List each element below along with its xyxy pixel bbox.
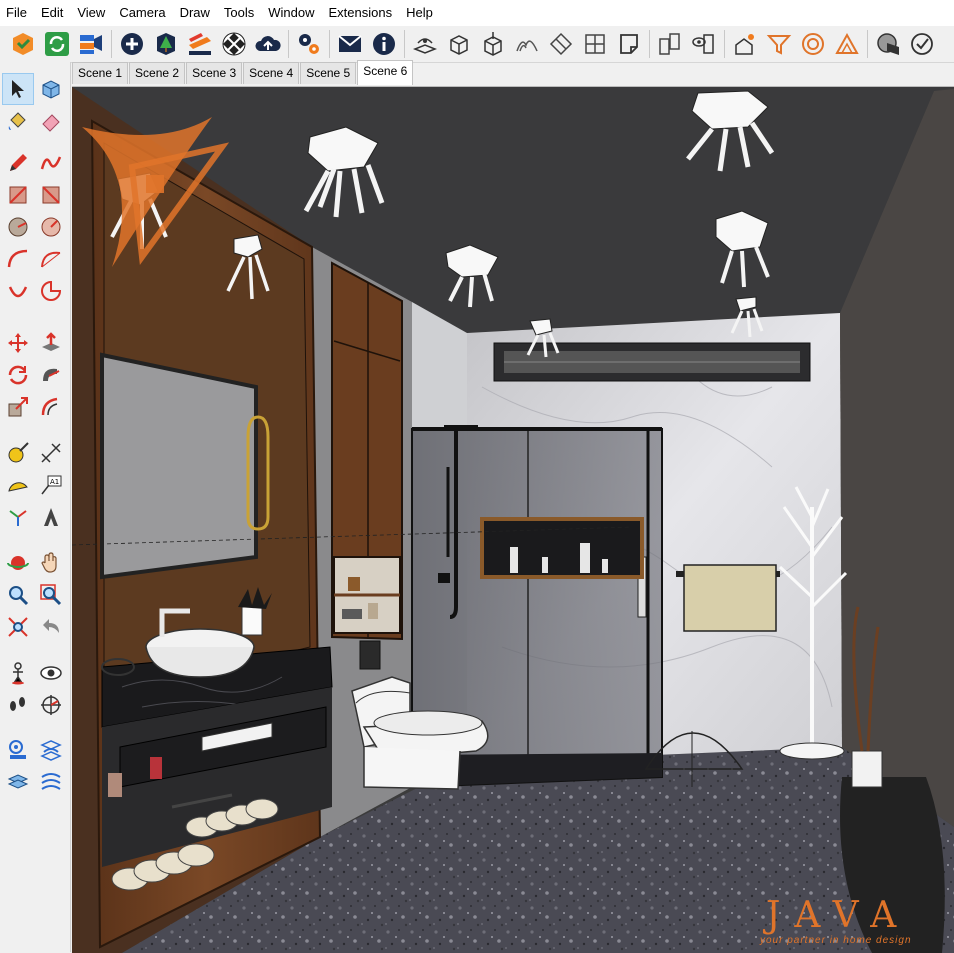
tile-icon[interactable] — [580, 29, 610, 59]
menu-help[interactable]: Help — [400, 0, 441, 26]
menu-edit[interactable]: Edit — [35, 0, 71, 26]
check-badge-icon[interactable] — [907, 29, 937, 59]
tree-icon[interactable] — [151, 29, 181, 59]
move-icon[interactable] — [3, 328, 33, 358]
tab-scene-5[interactable]: Scene 5 — [300, 62, 357, 84]
follow-me-icon[interactable] — [36, 360, 66, 390]
main-toolbar — [0, 26, 954, 63]
warehouse-icon[interactable] — [8, 29, 38, 59]
text-icon[interactable]: A1 — [36, 470, 66, 500]
menu-bar: File Edit View Camera Draw Tools Window … — [0, 0, 954, 26]
walk-icon[interactable] — [3, 690, 33, 720]
scale-icon[interactable] — [3, 392, 33, 422]
menu-camera[interactable]: Camera — [113, 0, 173, 26]
section-plane-icon[interactable] — [36, 690, 66, 720]
menu-view[interactable]: View — [71, 0, 113, 26]
tab-scene-2[interactable]: Scene 2 — [129, 62, 186, 84]
menu-window[interactable]: Window — [262, 0, 322, 26]
sandbox-from-scratch-icon[interactable] — [36, 734, 66, 764]
freehand-icon[interactable] — [36, 148, 66, 178]
mail-icon[interactable] — [335, 29, 365, 59]
target-circle-icon[interactable] — [798, 29, 828, 59]
sphere-section-icon[interactable] — [873, 29, 903, 59]
house-sun-icon[interactable] — [730, 29, 760, 59]
model-viewport[interactable]: JAVA your partner in home design — [72, 86, 954, 953]
push-pull-icon[interactable] — [36, 328, 66, 358]
layers-orange-icon[interactable] — [185, 29, 215, 59]
menu-tools[interactable]: Tools — [218, 0, 262, 26]
triangle-ruler-icon[interactable] — [832, 29, 862, 59]
camera-toolbar-icon[interactable] — [76, 29, 106, 59]
smoove-icon[interactable] — [36, 766, 66, 796]
rotated-rectangle-icon[interactable] — [36, 180, 66, 210]
box-push-icon[interactable] — [478, 29, 508, 59]
cloud-upload-icon[interactable] — [253, 29, 283, 59]
svg-text:A1: A1 — [50, 478, 59, 486]
sync-icon[interactable] — [42, 29, 72, 59]
two-point-arc-icon[interactable] — [36, 244, 66, 274]
info-icon[interactable] — [369, 29, 399, 59]
left-tool-palette: A1 — [0, 62, 71, 952]
rotate-icon[interactable] — [3, 360, 33, 390]
tab-scene-3[interactable]: Scene 3 — [186, 62, 243, 84]
add-circle-icon[interactable] — [117, 29, 147, 59]
scene-tabs: Scene 1 Scene 2 Scene 3 Scene 4 Scene 5 … — [72, 60, 414, 85]
hills-icon[interactable] — [512, 29, 542, 59]
rect-pair-icon[interactable] — [655, 29, 685, 59]
tab-scene-6[interactable]: Scene 6 — [357, 60, 414, 85]
look-around-icon[interactable] — [36, 658, 66, 688]
tab-scene-1[interactable]: Scene 1 — [72, 62, 129, 84]
polygon-icon[interactable] — [36, 212, 66, 242]
diamond-wrap-icon[interactable] — [546, 29, 576, 59]
sandbox-icon[interactable] — [410, 29, 440, 59]
orbit-icon[interactable] — [3, 548, 33, 578]
pencil-icon[interactable] — [3, 148, 33, 178]
component-icon[interactable] — [36, 74, 66, 104]
tab-scene-4[interactable]: Scene 4 — [243, 62, 300, 84]
position-camera-icon[interactable] — [3, 658, 33, 688]
gears-icon[interactable] — [294, 29, 324, 59]
sandbox-from-contours-icon[interactable] — [3, 734, 33, 764]
dimension-icon[interactable] — [36, 438, 66, 468]
pan-icon[interactable] — [36, 548, 66, 578]
eraser-icon[interactable] — [36, 106, 66, 136]
watermark-brand: JAVA — [766, 895, 911, 936]
box-icon[interactable] — [444, 29, 474, 59]
axes-icon[interactable] — [3, 502, 33, 532]
java-logo — [82, 117, 230, 267]
zoom-icon[interactable] — [3, 580, 33, 610]
stamp-icon[interactable] — [3, 766, 33, 796]
paint-bucket-icon[interactable] — [3, 106, 33, 136]
menu-draw[interactable]: Draw — [174, 0, 218, 26]
checker-sphere-icon[interactable] — [219, 29, 249, 59]
offset-icon[interactable] — [36, 392, 66, 422]
select-icon[interactable] — [2, 73, 34, 105]
previous-view-icon[interactable] — [36, 612, 66, 642]
tape-measure-icon[interactable] — [3, 438, 33, 468]
protractor-icon[interactable] — [3, 470, 33, 500]
menu-file[interactable]: File — [0, 0, 35, 26]
funnel-icon[interactable] — [764, 29, 794, 59]
zoom-window-icon[interactable] — [36, 580, 66, 610]
circle-icon[interactable] — [3, 212, 33, 242]
eye-door-icon[interactable] — [689, 29, 719, 59]
arc-icon[interactable] — [3, 244, 33, 274]
menu-extensions[interactable]: Extensions — [323, 0, 401, 26]
rectangle-icon[interactable] — [3, 180, 33, 210]
page-curl-icon[interactable] — [614, 29, 644, 59]
zoom-extents-icon[interactable] — [3, 612, 33, 642]
pie-icon[interactable] — [36, 276, 66, 306]
watermark-tagline: your partner in home design — [760, 935, 912, 946]
3d-text-icon[interactable] — [36, 502, 66, 532]
three-point-arc-icon[interactable] — [3, 276, 33, 306]
